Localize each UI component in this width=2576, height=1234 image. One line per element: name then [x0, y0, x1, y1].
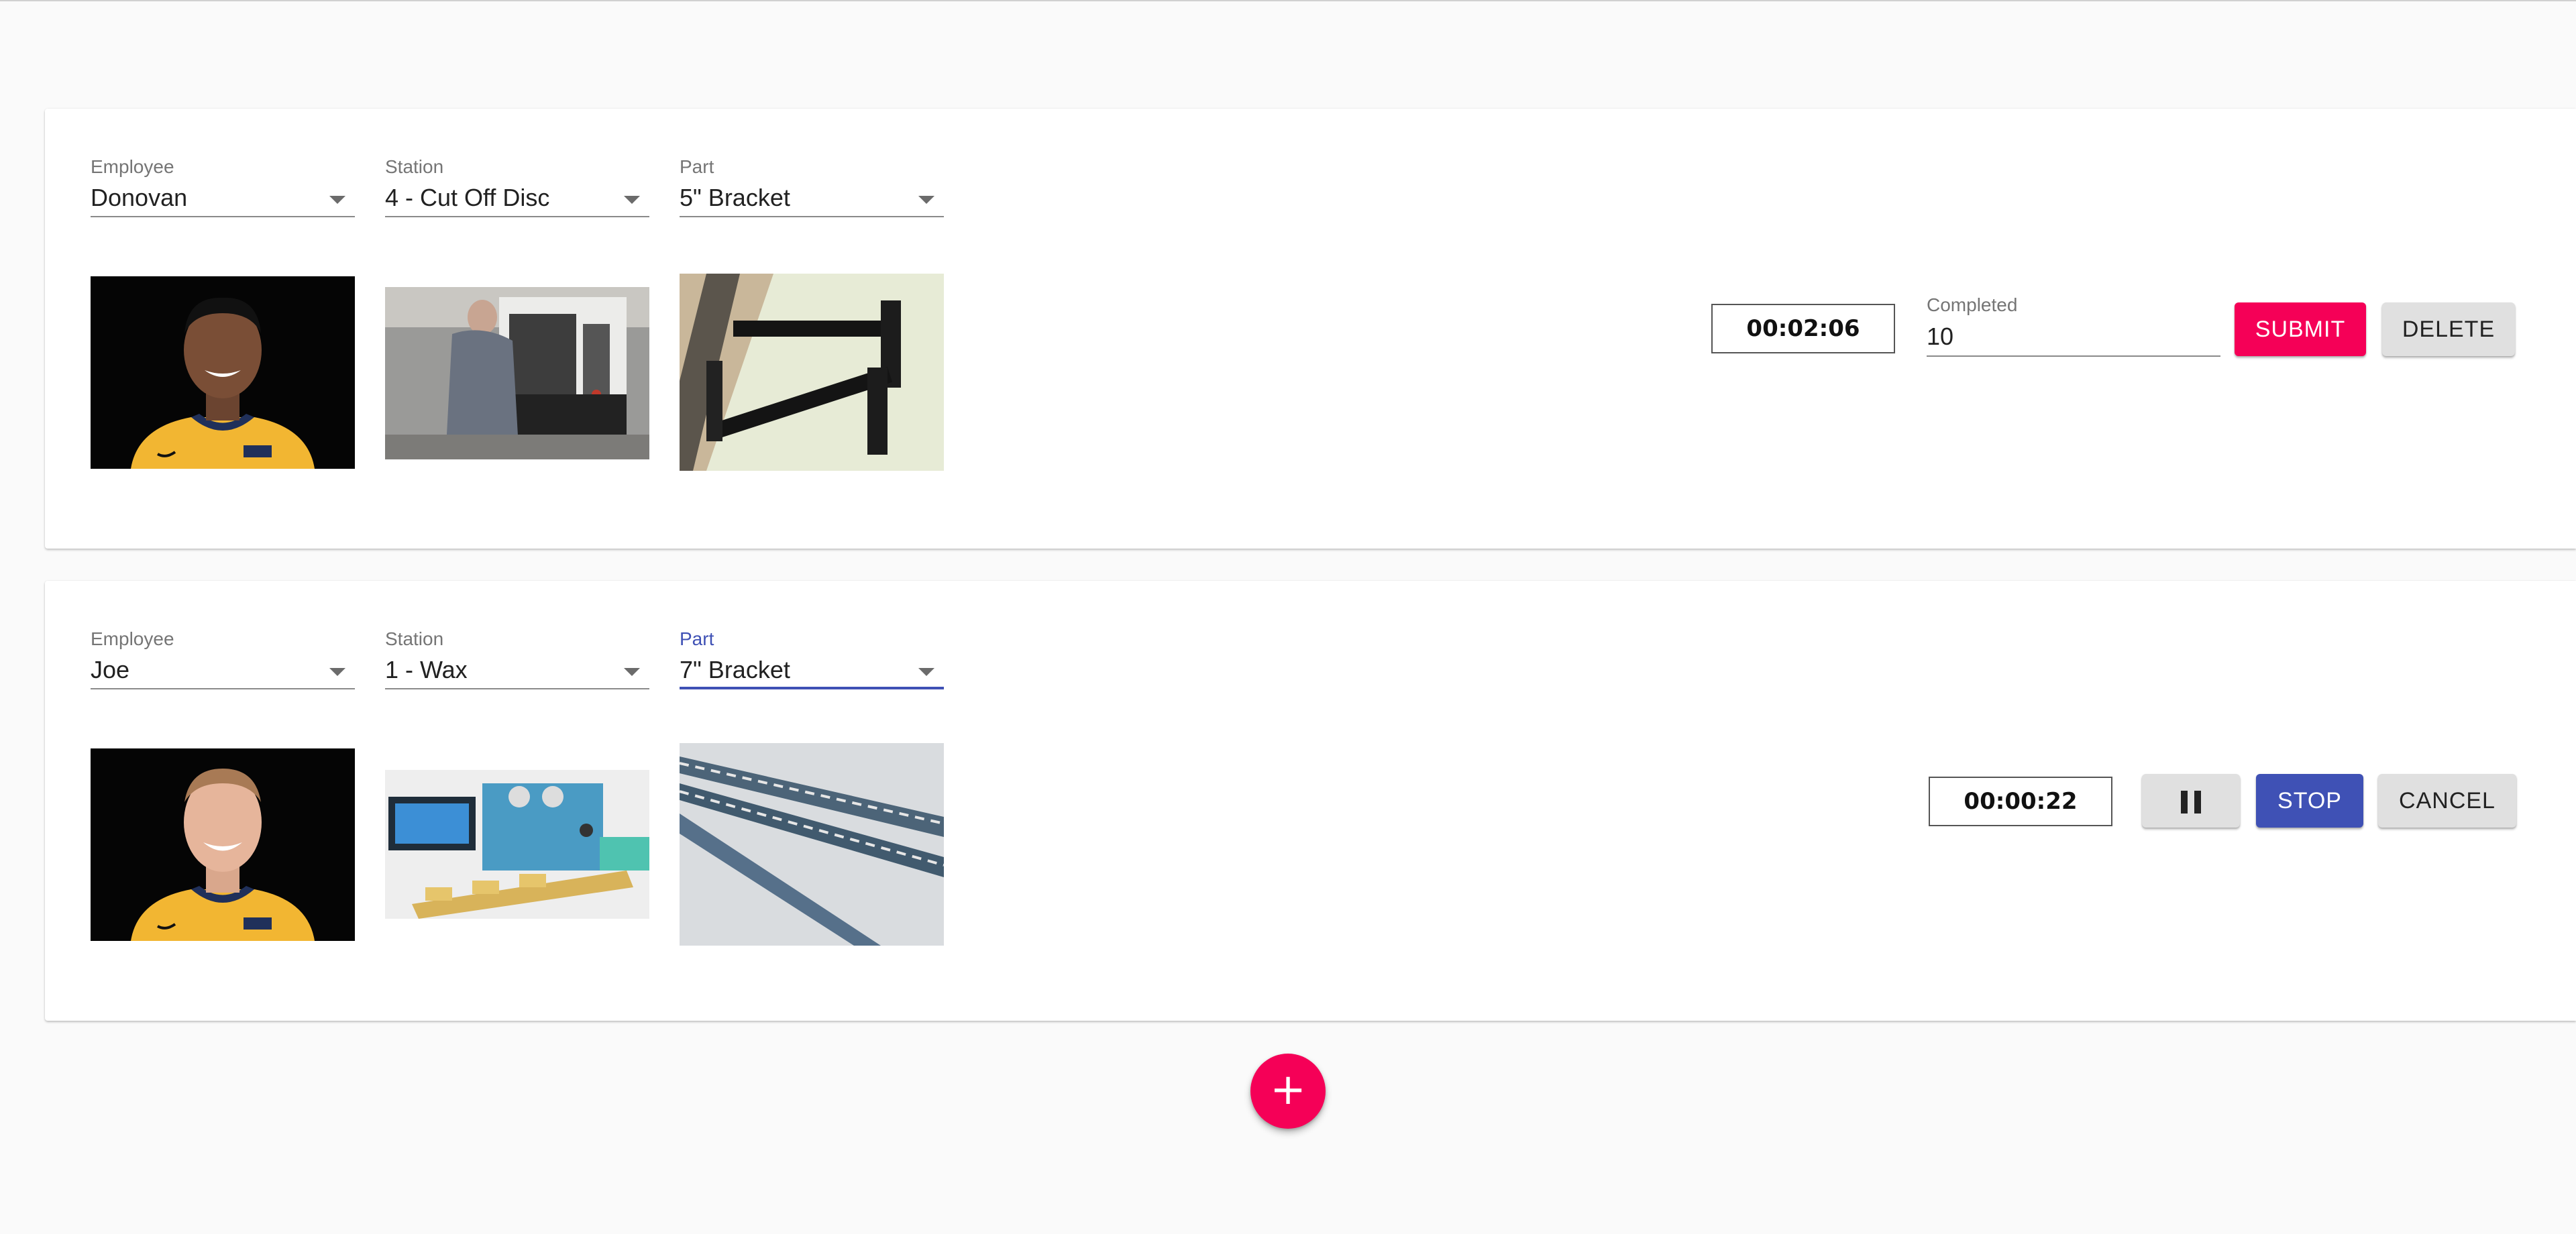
employee-selected: Joe	[91, 656, 130, 683]
station-select[interactable]: Station 4 - Cut Off Disc	[385, 156, 649, 217]
plus-icon: +	[1270, 1065, 1306, 1115]
employee-value[interactable]: Donovan	[91, 178, 355, 217]
station-label: Station	[385, 628, 444, 649]
station-value[interactable]: 1 - Wax	[385, 651, 649, 689]
part-photo	[680, 274, 944, 471]
employee-select[interactable]: Employee Donovan	[91, 156, 355, 217]
stop-button[interactable]: STOP	[2256, 774, 2363, 828]
employee-label: Employee	[91, 156, 174, 177]
elapsed-timer: 00:02:06	[1711, 304, 1895, 353]
elapsed-timer: 00:00:22	[1929, 777, 2112, 826]
pause-icon	[2181, 791, 2201, 814]
completed-field[interactable]: Completed 10	[1927, 294, 2220, 357]
dropdown-arrow-icon[interactable]	[918, 668, 934, 676]
employee-photo	[91, 748, 355, 941]
part-select[interactable]: Part 7" Bracket	[680, 628, 944, 689]
dropdown-arrow-icon[interactable]	[329, 668, 345, 676]
station-selected: 1 - Wax	[385, 656, 468, 683]
dropdown-arrow-icon[interactable]	[329, 196, 345, 204]
completed-label: Completed	[1927, 294, 2018, 315]
dropdown-arrow-icon[interactable]	[624, 668, 640, 676]
timer-card: Employee Donovan Station 4 - Cut Off Dis…	[45, 109, 2576, 549]
pause-button[interactable]	[2142, 774, 2240, 828]
top-divider	[0, 0, 2576, 1]
employee-value[interactable]: Joe	[91, 651, 355, 689]
add-timer-button[interactable]: +	[1250, 1054, 1326, 1129]
employee-select[interactable]: Employee Joe	[91, 628, 355, 689]
station-selected: 4 - Cut Off Disc	[385, 184, 550, 211]
station-photo	[385, 770, 649, 919]
part-select[interactable]: Part 5" Bracket	[680, 156, 944, 217]
part-value[interactable]: 5" Bracket	[680, 178, 944, 217]
employee-selected: Donovan	[91, 184, 188, 211]
cancel-button[interactable]: CANCEL	[2378, 774, 2516, 828]
completed-input[interactable]: 10	[1927, 317, 2220, 357]
part-label: Part	[680, 628, 714, 649]
station-value[interactable]: 4 - Cut Off Disc	[385, 178, 649, 217]
part-photo	[680, 743, 944, 946]
dropdown-arrow-icon[interactable]	[918, 196, 934, 204]
station-select[interactable]: Station 1 - Wax	[385, 628, 649, 689]
delete-button[interactable]: DELETE	[2382, 302, 2515, 356]
submit-button[interactable]: SUBMIT	[2235, 302, 2366, 356]
employee-label: Employee	[91, 628, 174, 649]
part-label: Part	[680, 156, 714, 177]
part-value[interactable]: 7" Bracket	[680, 651, 944, 689]
part-selected: 7" Bracket	[680, 656, 790, 683]
station-photo	[385, 287, 649, 459]
station-label: Station	[385, 156, 444, 177]
employee-photo	[91, 276, 355, 469]
part-selected: 5" Bracket	[680, 184, 790, 211]
dropdown-arrow-icon[interactable]	[624, 196, 640, 204]
timer-card: Employee Joe Station 1 - Wax Part 7" Bra…	[45, 581, 2576, 1021]
